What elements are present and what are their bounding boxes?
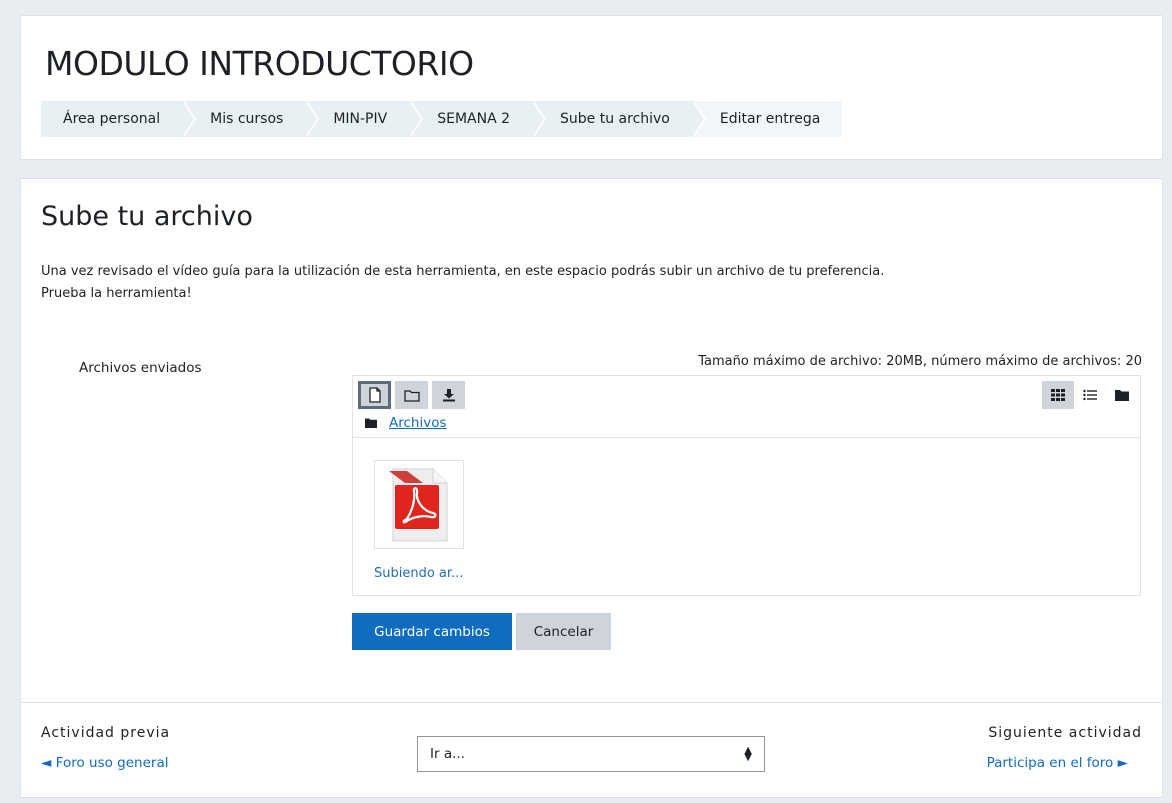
cancel-button[interactable]: Cancelar — [516, 613, 611, 650]
file-manager: Archivos Subiendo ar... — [352, 375, 1141, 596]
download-button[interactable] — [432, 381, 465, 409]
next-activity-link[interactable]: Participa en el foro ► — [987, 755, 1128, 771]
previous-activity-link[interactable]: ◄ Foro uso general — [41, 755, 168, 771]
pdf-file-icon — [389, 468, 448, 541]
next-activity-label: Siguiente actividad — [988, 725, 1142, 741]
intro-line: Una vez revisado el vídeo guía para la u… — [41, 264, 885, 279]
view-list-button[interactable] — [1074, 381, 1106, 409]
intro-line: Prueba la herramienta! — [41, 286, 192, 301]
save-changes-button[interactable]: Guardar cambios — [352, 613, 512, 650]
breadcrumb-item-course[interactable]: MIN-PIV — [305, 101, 424, 137]
view-tree-button[interactable] — [1106, 381, 1138, 409]
view-mode-switch — [1042, 381, 1138, 409]
folder-icon — [403, 389, 420, 402]
page-header: MODULO INTRODUCTORIO Área personal Mis c… — [20, 15, 1163, 160]
page-title: Sube tu archivo — [41, 201, 253, 232]
file-thumbnail[interactable] — [374, 460, 464, 549]
course-title: MODULO INTRODUCTORIO — [45, 44, 474, 83]
breadcrumb-item-area-personal[interactable]: Área personal — [41, 101, 197, 137]
download-icon — [442, 389, 455, 402]
add-file-button[interactable] — [358, 381, 391, 409]
intro-text: Una vez revisado el vídeo guía para la u… — [41, 261, 1141, 305]
file-icon — [368, 387, 381, 403]
file-manager-path: Archivos — [365, 415, 447, 431]
file-name[interactable]: Subiendo ar... — [374, 566, 464, 581]
breadcrumb: Área personal Mis cursos MIN-PIV SEMANA … — [41, 101, 843, 137]
view-icons-button[interactable] — [1042, 381, 1074, 409]
folder-icon — [1115, 390, 1129, 401]
jump-to-select[interactable]: Ir a... ▲ ▼ — [417, 736, 765, 772]
divider — [21, 702, 1162, 703]
main-content: Sube tu archivo Una vez revisado el víde… — [20, 178, 1163, 798]
folder-icon — [365, 418, 377, 428]
select-arrows-icon: ▲ ▼ — [744, 745, 752, 763]
previous-activity-label: Actividad previa — [41, 725, 171, 741]
breadcrumb-item-activity[interactable]: Sube tu archivo — [532, 101, 706, 137]
path-link-archivos[interactable]: Archivos — [389, 415, 447, 431]
file-item[interactable]: Subiendo ar... — [374, 460, 464, 581]
max-size-info: Tamaño máximo de archivo: 20MB, número m… — [698, 354, 1142, 369]
jump-to-value: Ir a... — [430, 746, 465, 762]
field-label-archivos: Archivos enviados — [79, 360, 202, 376]
breadcrumb-item-section[interactable]: SEMANA 2 — [409, 101, 546, 137]
breadcrumb-item-mis-cursos[interactable]: Mis cursos — [182, 101, 320, 137]
breadcrumb-item-current: Editar entrega — [691, 101, 843, 137]
grid-icon — [1051, 389, 1065, 401]
list-icon — [1083, 389, 1097, 401]
file-manager-toolbar: Archivos — [353, 376, 1140, 438]
create-folder-button[interactable] — [395, 381, 428, 409]
